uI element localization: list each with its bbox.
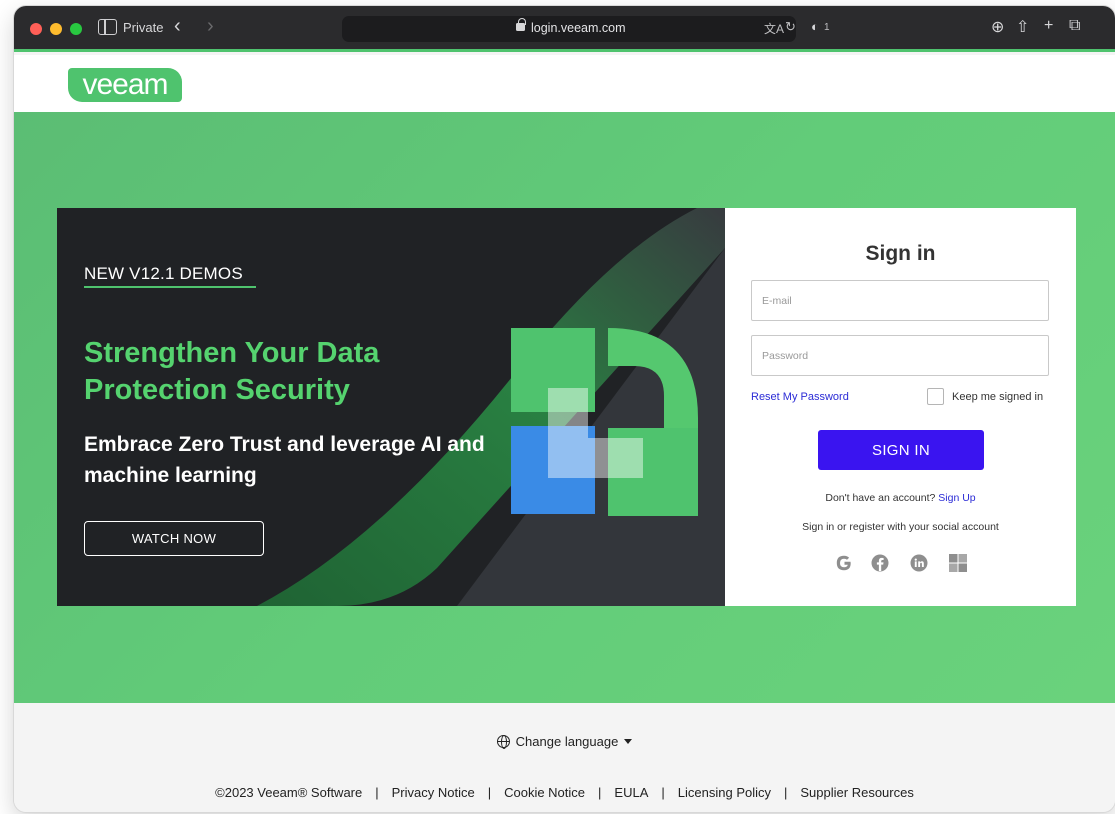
microsoft-icon[interactable] bbox=[947, 552, 969, 574]
private-mode-label: Private bbox=[123, 20, 164, 35]
footer-links: ©2023 Veeam® Software | Privacy Notice | Coo… bbox=[14, 785, 1115, 800]
signup-link[interactable]: Sign Up bbox=[938, 492, 975, 504]
password-field[interactable]: Password bbox=[751, 335, 1049, 376]
change-language-dropdown[interactable]: Change language bbox=[14, 734, 1115, 749]
shield-icon[interactable]: ◐ bbox=[811, 19, 819, 34]
signin-card: Sign in E-mail Password Reset My Passwor… bbox=[725, 208, 1076, 606]
promo-subheadline: Embrace Zero Trust and leverage AI and m… bbox=[84, 433, 485, 487]
footer-separator: | bbox=[661, 785, 665, 800]
reload-icon[interactable]: ↻ bbox=[785, 19, 796, 35]
translate-icon[interactable]: 文A bbox=[764, 20, 784, 37]
privacy-notice-link[interactable]: Privacy Notice bbox=[392, 785, 475, 800]
hero-section: NEW V12.1 DEMOS Strengthen Your Data Pro… bbox=[14, 112, 1115, 703]
address-bar-url[interactable]: login.veeam.com bbox=[531, 21, 626, 35]
zoom-window-button[interactable] bbox=[70, 23, 82, 35]
keep-signed-in-label: Keep me signed in bbox=[952, 391, 1044, 403]
lock-icon bbox=[516, 18, 526, 31]
minimize-window-button[interactable] bbox=[50, 23, 62, 35]
promo-headline: Strengthen Your Data Protection Security bbox=[84, 337, 380, 406]
signup-prompt: Don't have an account? Sign Up bbox=[725, 492, 1076, 504]
keep-signed-in-checkbox[interactable] bbox=[927, 388, 944, 405]
veeam-logo[interactable]: veeam bbox=[68, 68, 182, 102]
site-header: veeam bbox=[14, 55, 1115, 112]
footer-separator: | bbox=[487, 785, 492, 800]
watch-now-button[interactable]: WATCH NOW bbox=[84, 521, 264, 556]
social-signin-text: Sign in or register with your social acc… bbox=[802, 521, 999, 533]
footer-separator: | bbox=[784, 785, 788, 800]
blocked-trackers-count: 1 bbox=[824, 22, 830, 33]
supplier-resources-link[interactable]: Supplier Resources bbox=[800, 785, 913, 800]
back-button[interactable]: ‹ bbox=[174, 15, 181, 38]
site-footer: Change language ©2023 Veeam® Software | Pr… bbox=[14, 703, 1115, 812]
copyright-text: ©2023 Veeam® Software bbox=[215, 785, 363, 800]
globe-icon bbox=[496, 735, 510, 749]
forward-button[interactable]: › bbox=[207, 15, 214, 38]
eyebrow-underline bbox=[84, 286, 256, 288]
browser-toolbar: Private ‹ › login.veeam.com 文A ↻ ◐ 1 ⊕ ⇧… bbox=[14, 6, 1115, 52]
sidebar-toggle-icon[interactable] bbox=[98, 19, 117, 35]
google-icon[interactable] bbox=[833, 552, 855, 574]
change-language-label[interactable]: Change language bbox=[516, 734, 619, 749]
close-window-button[interactable] bbox=[30, 23, 42, 35]
new-tab-icon[interactable]: + bbox=[1044, 17, 1053, 35]
email-field[interactable]: E-mail bbox=[751, 280, 1049, 321]
tab-overview-icon[interactable]: ⧉ bbox=[1069, 17, 1080, 35]
facebook-icon[interactable] bbox=[869, 552, 891, 574]
signin-button[interactable]: SIGN IN bbox=[818, 430, 984, 470]
share-icon[interactable]: ⇧ bbox=[1016, 17, 1029, 37]
licensing-policy-link[interactable]: Licensing Policy bbox=[678, 785, 771, 800]
download-icon[interactable]: ⊕ bbox=[991, 17, 1004, 37]
eula-link[interactable]: EULA bbox=[614, 785, 648, 800]
window-controls bbox=[30, 23, 82, 35]
promo-eyebrow: NEW V12.1 DEMOS bbox=[84, 264, 243, 283]
footer-separator: | bbox=[375, 785, 379, 800]
veeam-data-graphic bbox=[511, 328, 698, 516]
reset-password-link[interactable]: Reset My Password bbox=[751, 391, 849, 403]
promo-banner: NEW V12.1 DEMOS Strengthen Your Data Pro… bbox=[57, 208, 725, 606]
footer-separator: | bbox=[598, 785, 602, 800]
social-buttons bbox=[833, 552, 973, 574]
caret-down-icon bbox=[624, 739, 633, 744]
browser-window: Private ‹ › login.veeam.com 文A ↻ ◐ 1 ⊕ ⇧… bbox=[14, 6, 1115, 812]
cookie-notice-link[interactable]: Cookie Notice bbox=[504, 785, 585, 800]
linkedin-icon[interactable] bbox=[908, 552, 930, 574]
signin-title: Sign in bbox=[865, 242, 936, 265]
no-account-text: Don't have an account? bbox=[825, 492, 936, 504]
